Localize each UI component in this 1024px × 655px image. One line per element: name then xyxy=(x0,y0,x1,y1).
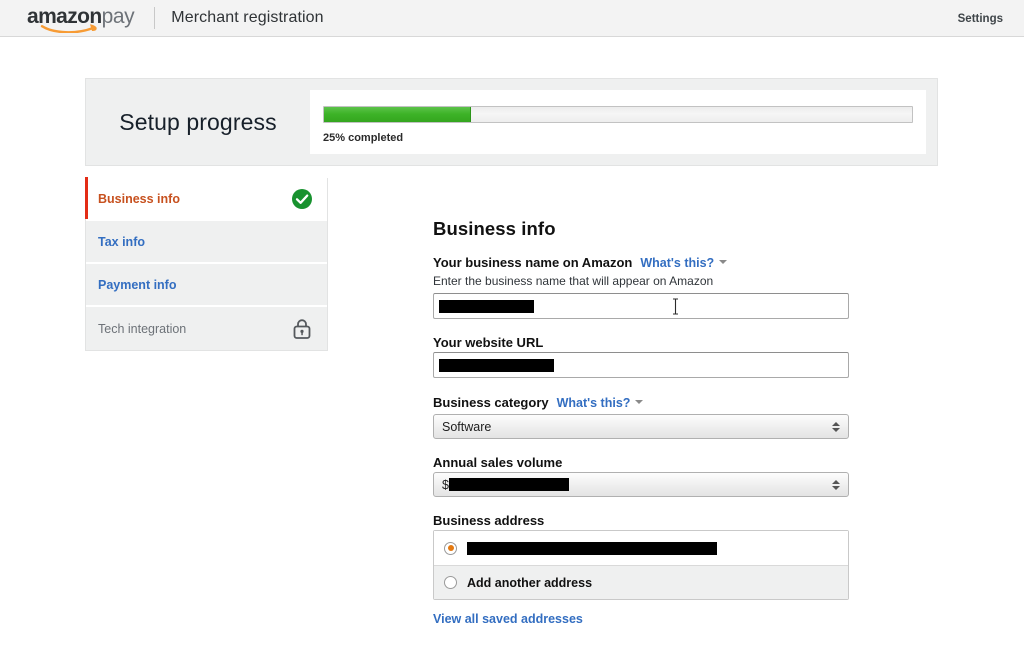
text-cursor-icon xyxy=(673,298,678,315)
annual-sales-select[interactable]: $ xyxy=(433,472,849,497)
top-header-bar: amazon pay Merchant registration Settings xyxy=(0,0,1024,37)
sidebar-item-payment-info[interactable]: Payment info xyxy=(86,264,327,307)
business-category-select[interactable]: Software xyxy=(433,414,849,439)
business-info-form: Business info Your business name on Amaz… xyxy=(433,218,849,642)
setup-progress-title: Setup progress xyxy=(119,108,277,135)
header-divider xyxy=(154,7,156,29)
business-address-label-row: Business address xyxy=(433,513,849,528)
address-option-saved[interactable] xyxy=(434,531,848,565)
field-business-category: Business category What's this? Software xyxy=(433,394,849,439)
progress-bar-fill xyxy=(324,107,471,122)
redacted-address-value xyxy=(467,541,717,555)
business-category-label-row: Business category What's this? xyxy=(433,394,849,412)
radio-selected-icon[interactable] xyxy=(444,541,457,555)
business-name-label-row: Your business name on Amazon What's this… xyxy=(433,254,849,272)
redacted-value xyxy=(448,478,569,491)
business-address-label: Business address xyxy=(433,513,545,528)
sidebar-item-tech-integration[interactable]: Tech integration xyxy=(86,307,327,350)
business-category-value: Software xyxy=(442,419,492,434)
field-business-name: Your business name on Amazon What's this… xyxy=(433,254,849,319)
address-option-add-another[interactable]: Add another address xyxy=(434,565,848,599)
business-name-input[interactable] xyxy=(433,293,849,319)
sidebar-item-tax-info[interactable]: Tax info xyxy=(86,221,327,264)
page-title: Merchant registration xyxy=(171,9,324,26)
progress-panel: 25% completed xyxy=(310,90,926,154)
select-stepper-icon xyxy=(831,478,840,492)
annual-sales-label-row: Annual sales volume xyxy=(433,455,849,470)
setup-steps-sidebar: Business info Tax info Payment info Tech… xyxy=(85,177,328,351)
annual-sales-label: Annual sales volume xyxy=(433,455,563,470)
check-circle-icon xyxy=(292,188,312,209)
address-options-box: Add another address xyxy=(433,530,849,600)
chevron-down-icon xyxy=(719,259,728,264)
amazon-pay-logo[interactable]: amazon pay xyxy=(27,5,135,33)
sidebar-item-business-info[interactable]: Business info xyxy=(85,177,327,221)
business-category-label: Business category xyxy=(433,395,549,410)
website-url-label-row: Your website URL xyxy=(433,335,849,350)
lock-icon xyxy=(293,318,311,339)
sidebar-item-label: Payment info xyxy=(98,277,177,292)
progress-bar-track xyxy=(323,106,913,123)
view-all-saved-addresses-link[interactable]: View all saved addresses xyxy=(433,612,849,626)
whats-this-text: What's this? xyxy=(556,396,631,410)
field-annual-sales-volume: Annual sales volume $ xyxy=(433,455,849,497)
field-business-address: Business address Add another address Vie… xyxy=(433,513,849,626)
logo-amazon-text: amazon xyxy=(27,5,102,28)
business-name-hint: Enter the business name that will appear… xyxy=(433,274,714,288)
settings-link[interactable]: Settings xyxy=(958,13,1003,25)
field-website-url: Your website URL xyxy=(433,335,849,378)
chevron-down-icon xyxy=(635,399,644,404)
website-url-input[interactable] xyxy=(433,352,849,378)
business-name-label: Your business name on Amazon xyxy=(433,255,633,270)
sidebar-item-label: Tech integration xyxy=(98,321,187,336)
annual-sales-value: $ xyxy=(442,478,831,492)
setup-progress-card: Setup progress 25% completed xyxy=(85,78,938,166)
logo-pay-text: pay xyxy=(101,5,135,28)
redacted-value xyxy=(439,299,534,313)
business-name-whats-this-link[interactable]: What's this? xyxy=(640,254,728,272)
add-another-address-label: Add another address xyxy=(467,575,593,590)
whats-this-text: What's this? xyxy=(640,256,715,270)
sidebar-item-label: Business info xyxy=(98,191,180,206)
radio-unselected-icon[interactable] xyxy=(444,576,457,589)
form-heading: Business info xyxy=(433,218,556,239)
business-category-whats-this-link[interactable]: What's this? xyxy=(557,394,644,412)
sidebar-item-label: Tax info xyxy=(98,234,145,249)
redacted-value xyxy=(439,358,554,372)
progress-percent-label: 25% completed xyxy=(323,132,404,144)
select-stepper-icon xyxy=(831,420,840,434)
website-url-label: Your website URL xyxy=(433,335,544,350)
currency-prefix: $ xyxy=(442,477,449,492)
